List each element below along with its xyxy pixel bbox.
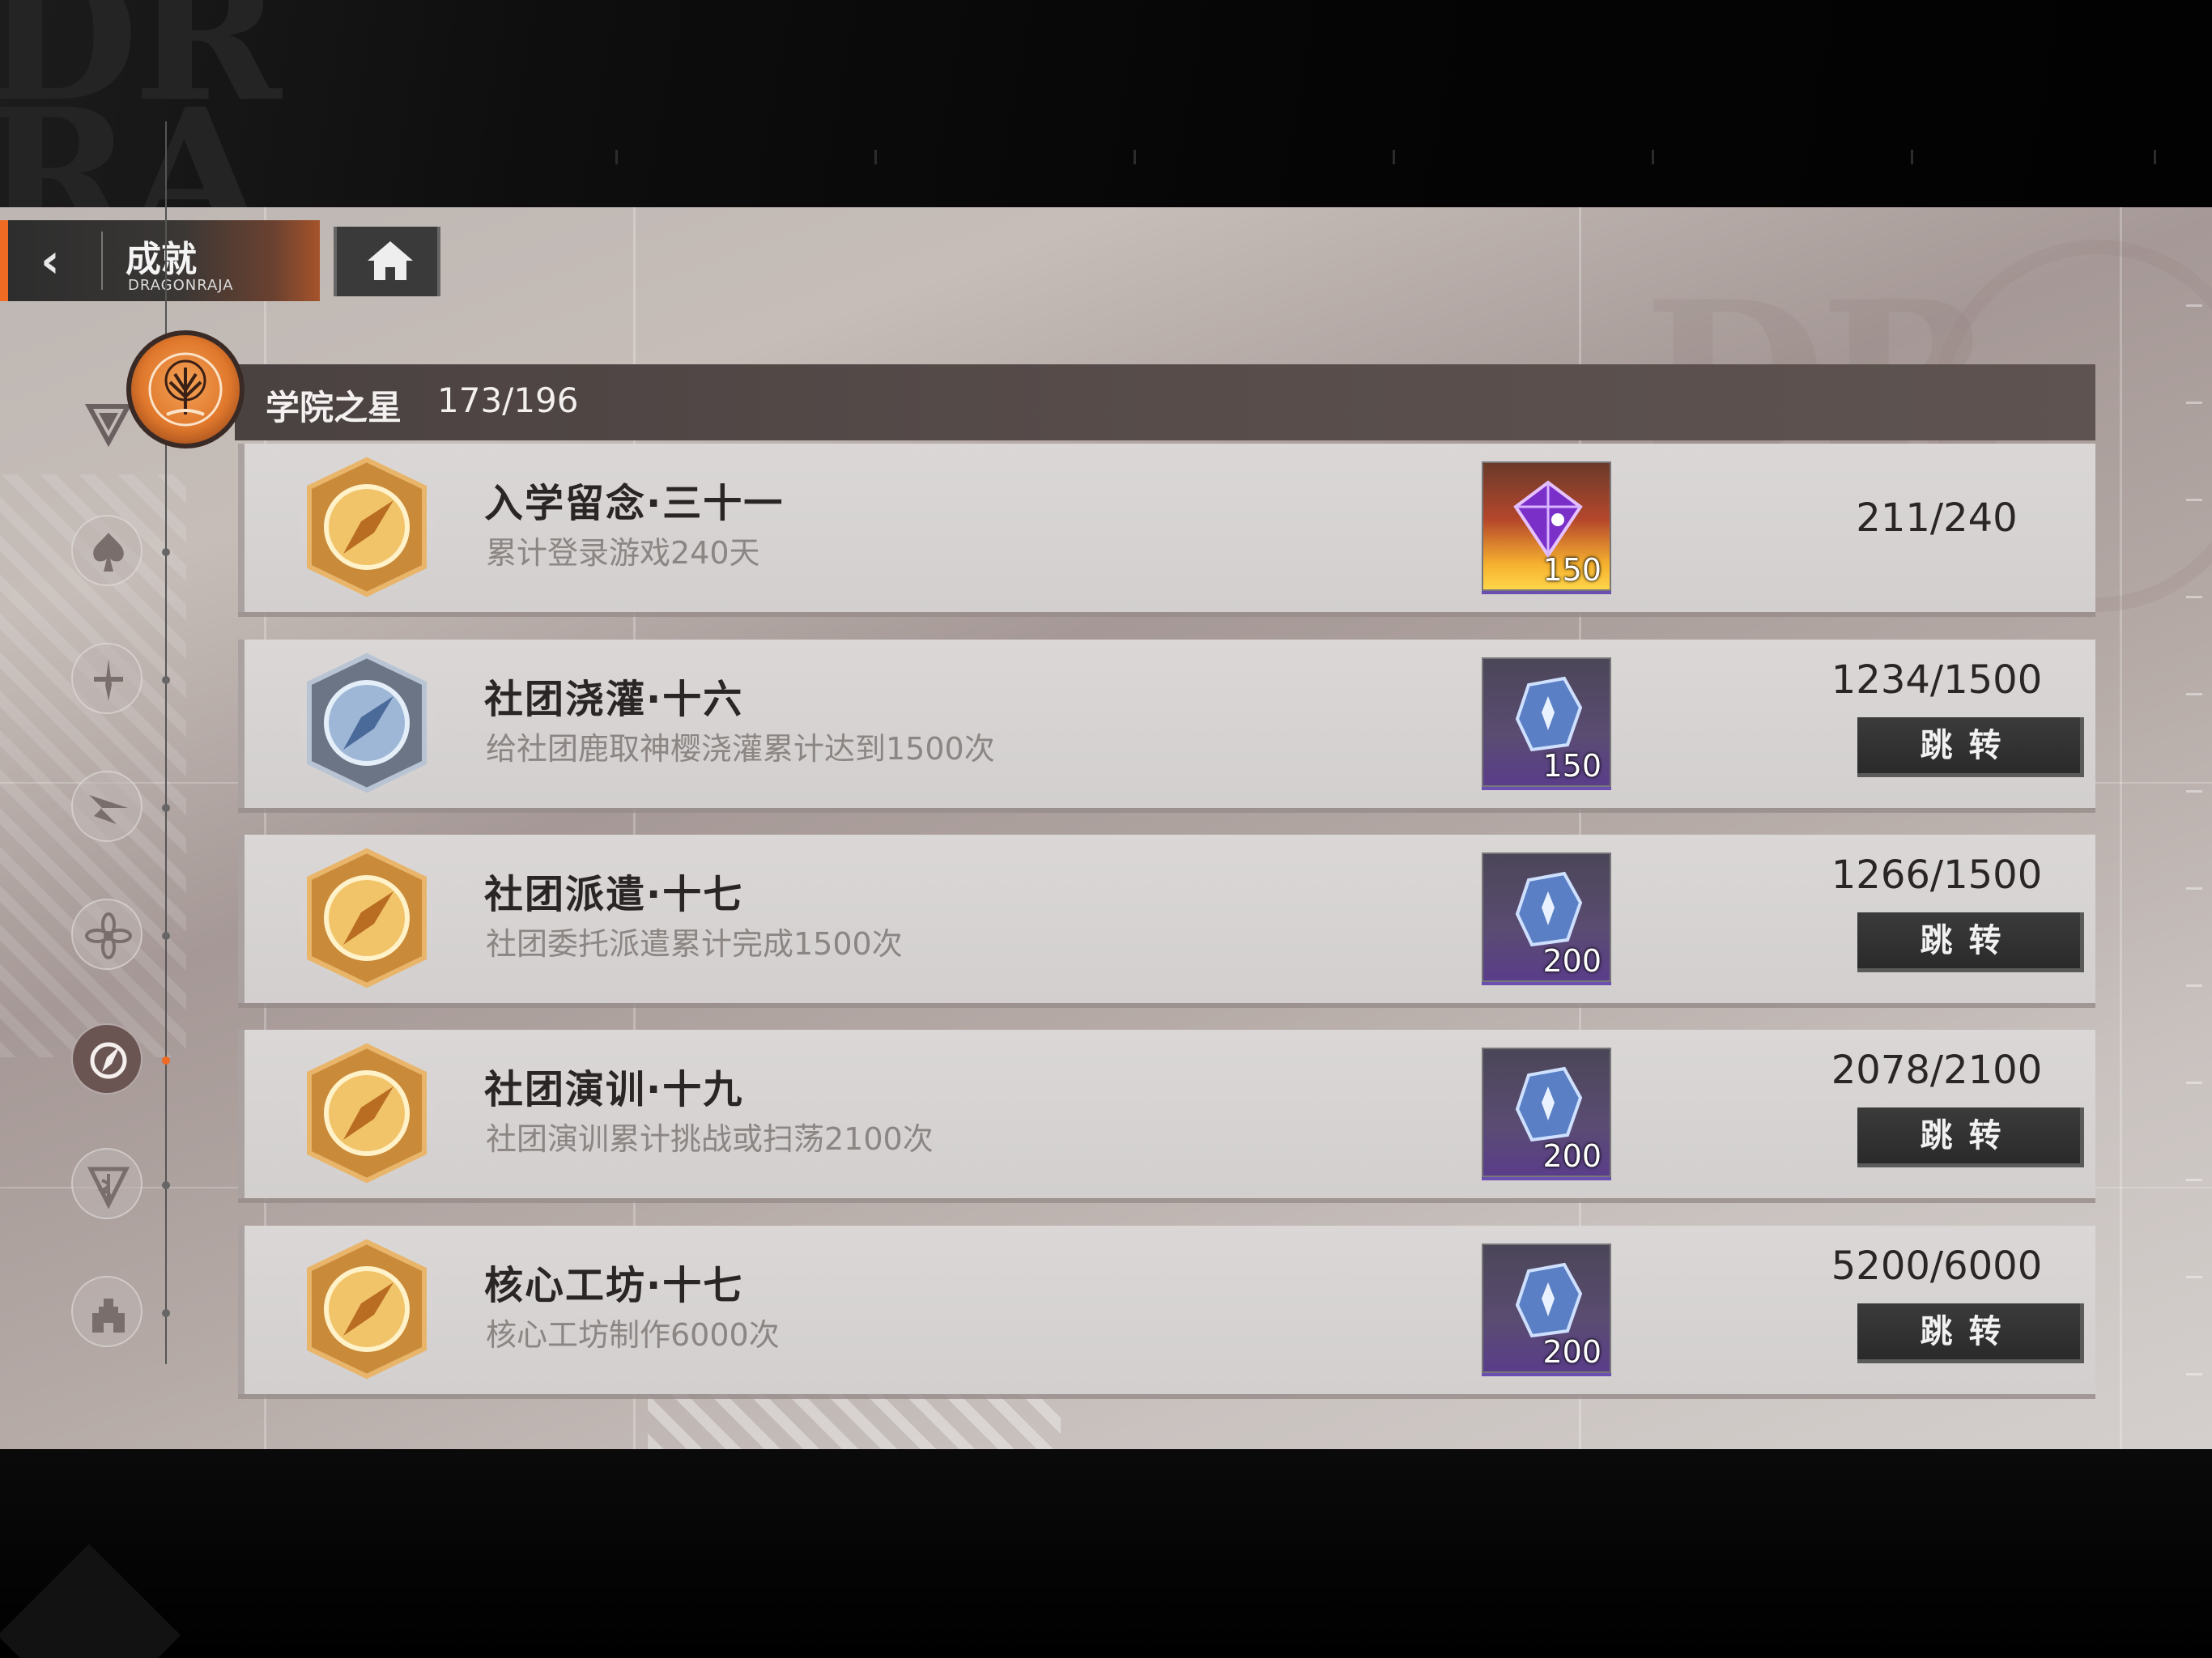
jump-button[interactable]: 跳转 <box>1857 717 2084 777</box>
achievement-progress: 2078/2100 <box>1831 1048 2043 1093</box>
nav-item-bird[interactable] <box>71 771 143 842</box>
origami-bird-icon <box>89 795 128 824</box>
blue-crystal-icon <box>1515 1262 1583 1338</box>
background-ruler <box>615 150 2156 164</box>
achievement-description: 社团委托派遣累计完成1500次 <box>486 926 903 962</box>
back-button[interactable]: ‹ 成就 DRAGONRAJA <box>0 220 320 301</box>
achievement-progress: 1234/1500 <box>1831 657 2043 703</box>
dagger-icon <box>94 659 123 701</box>
reward-quantity: 150 <box>1542 552 1602 588</box>
page-title: 成就 <box>125 239 197 280</box>
compass-icon <box>90 1042 127 1079</box>
nav-item-caduceus[interactable] <box>71 1148 143 1219</box>
reward-item[interactable]: 150 <box>1482 657 1611 787</box>
achievement-progress: 211/240 <box>1856 495 2018 541</box>
achievement-description: 累计登录游戏240天 <box>486 535 760 571</box>
nav-dot <box>162 676 170 684</box>
castle-icon <box>92 1299 125 1333</box>
reward-item[interactable]: 200 <box>1482 1048 1611 1177</box>
divider <box>101 232 103 290</box>
blue-crystal-icon <box>1515 676 1583 752</box>
nav-dot <box>162 548 170 556</box>
nav-dot <box>162 1181 170 1189</box>
achievement-title: 社团浇灌·十六 <box>484 677 744 722</box>
achievement-progress: 1266/1500 <box>1831 852 2043 898</box>
background-diamond <box>0 1543 181 1658</box>
nav-item-flower[interactable] <box>71 899 143 970</box>
top-background-band: DR RA <box>0 0 2212 207</box>
home-button[interactable] <box>334 227 440 296</box>
achievement-title: 入学留念·三十一 <box>484 481 785 526</box>
chevron-left-icon: ‹ <box>40 233 60 288</box>
achievement-row: 核心工坊·十七 核心工坊制作6000次 200 5200/6000 跳转 <box>238 1226 2095 1394</box>
reward-item[interactable]: 150 <box>1482 461 1611 591</box>
bottom-background-band <box>0 1449 2212 1658</box>
blue-crystal-icon <box>1515 871 1583 947</box>
achievement-description: 核心工坊制作6000次 <box>486 1317 780 1353</box>
gold-compass-badge <box>295 1237 439 1381</box>
gold-compass-badge <box>295 846 439 990</box>
achievement-title: 社团演训·十九 <box>484 1067 744 1112</box>
spade-icon <box>93 533 124 572</box>
jump-button[interactable]: 跳转 <box>1857 912 2084 972</box>
reward-quantity: 200 <box>1542 1334 1602 1370</box>
nav-dot <box>162 1309 170 1317</box>
gold-compass-badge <box>295 455 439 599</box>
nav-dot <box>162 804 170 812</box>
blue-crystal-icon <box>1515 1066 1583 1142</box>
gold-compass-badge <box>295 1041 439 1185</box>
category-emblem <box>126 330 245 449</box>
home-icon <box>368 241 413 280</box>
achievement-title: 社团派遣·十七 <box>484 872 744 917</box>
flower-icon <box>85 912 132 959</box>
tree-emblem-icon <box>148 352 223 427</box>
achievement-row: 社团浇灌·十六 给社团鹿取神樱浇灌累计达到1500次 150 1234/1500… <box>238 640 2095 808</box>
category-header: 学院之星 173/196 <box>235 364 2095 440</box>
triangle-emblem-icon <box>84 404 133 448</box>
jump-button[interactable]: 跳转 <box>1857 1107 2084 1167</box>
right-edge-ticks <box>2186 207 2212 1449</box>
reward-item[interactable]: 200 <box>1482 1244 1611 1373</box>
category-count: 173/196 <box>437 380 579 420</box>
reward-quantity: 150 <box>1542 748 1602 784</box>
side-nav-line <box>165 121 167 1364</box>
nav-item-dagger[interactable] <box>71 643 143 714</box>
achievement-description: 给社团鹿取神樱浇灌累计达到1500次 <box>486 731 995 767</box>
purple-gem-icon <box>1513 480 1583 559</box>
nav-item-spade[interactable] <box>71 515 143 586</box>
achievement-description: 社团演训累计挑战或扫荡2100次 <box>486 1121 934 1157</box>
reward-quantity: 200 <box>1542 1138 1602 1174</box>
category-name: 学院之星 <box>266 388 402 427</box>
caduceus-icon <box>87 1167 130 1209</box>
background-logo-watermark: DR RA <box>0 0 282 207</box>
jump-button[interactable]: 跳转 <box>1857 1303 2084 1363</box>
nav-dot-active <box>162 1056 170 1065</box>
achievement-row: 入学留念·三十一 累计登录游戏240天 150 211/240 <box>238 444 2095 612</box>
reward-item[interactable]: 200 <box>1482 852 1611 982</box>
nav-item-castle[interactable] <box>71 1276 143 1347</box>
achievement-title: 核心工坊·十七 <box>484 1263 744 1308</box>
page-subtitle: DRAGONRAJA <box>128 277 234 294</box>
achievement-row: 社团演训·十九 社团演训累计挑战或扫荡2100次 200 2078/2100 跳… <box>238 1030 2095 1198</box>
nav-dot <box>162 932 170 940</box>
nav-item-compass[interactable] <box>71 1023 143 1095</box>
reward-quantity: 200 <box>1542 943 1602 979</box>
achievement-row: 社团派遣·十七 社团委托派遣累计完成1500次 200 1266/1500 跳转 <box>238 835 2095 1003</box>
achievement-progress: 5200/6000 <box>1831 1244 2043 1289</box>
silver-compass-badge <box>295 651 439 795</box>
